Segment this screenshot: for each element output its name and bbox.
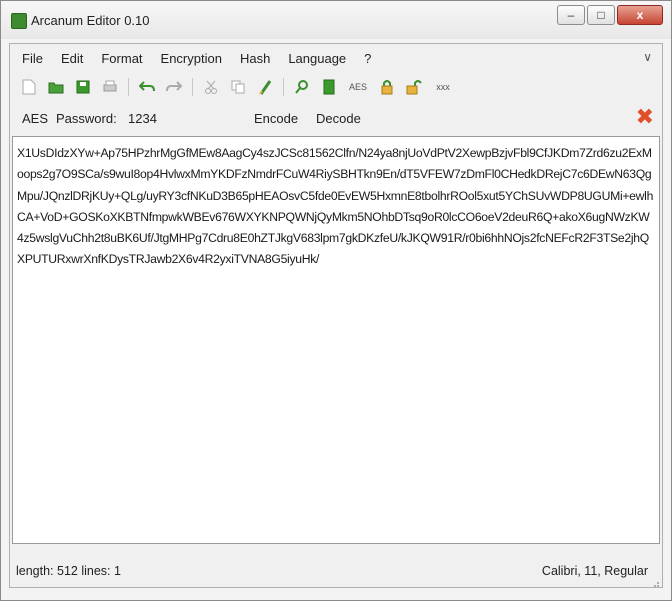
menu-bar: File Edit Format Encryption Hash Languag… (10, 44, 662, 72)
status-bar: length: 512 lines: 1 Calibri, 11, Regula… (10, 547, 662, 587)
algorithm-label: AES (22, 111, 49, 126)
print-icon[interactable] (101, 78, 119, 96)
menu-hash[interactable]: Hash (231, 51, 279, 66)
menu-file[interactable]: File (10, 51, 52, 66)
window-controls: – □ x (557, 5, 663, 27)
window-title: Arcanum Editor 0.10 (31, 13, 150, 28)
status-length-lines: length: 512 lines: 1 (16, 564, 121, 578)
resize-grip-icon[interactable] (652, 577, 660, 587)
encode-button[interactable]: Encode (254, 111, 298, 126)
status-font: Calibri, 11, Regular (541, 564, 648, 578)
toolbar-separator (283, 78, 284, 96)
document-icon[interactable] (320, 78, 338, 96)
toolbar-separator (128, 78, 129, 96)
editor-frame: File Edit Format Encryption Hash Languag… (9, 43, 663, 588)
menu-edit[interactable]: Edit (52, 51, 92, 66)
chevron-down-icon[interactable]: ∨ (643, 50, 652, 64)
lock-icon[interactable] (378, 78, 396, 96)
save-icon[interactable] (74, 78, 92, 96)
menu-language[interactable]: Language (279, 51, 355, 66)
cut-icon[interactable] (202, 78, 220, 96)
app-window: Arcanum Editor 0.10 – □ x File Edit Form… (0, 0, 672, 601)
minimize-button[interactable]: – (557, 5, 585, 25)
toolbar: AES xxx (10, 72, 662, 102)
decode-button[interactable]: Decode (316, 111, 361, 126)
close-window-button[interactable]: x (617, 5, 663, 25)
new-file-icon[interactable] (20, 78, 38, 96)
title-bar[interactable]: Arcanum Editor 0.10 – □ x (1, 1, 671, 39)
find-icon[interactable] (293, 78, 311, 96)
menu-help[interactable]: ? (355, 51, 380, 66)
app-icon (11, 13, 27, 29)
maximize-button[interactable]: □ (587, 5, 615, 25)
menu-format[interactable]: Format (92, 51, 151, 66)
redo-icon[interactable] (165, 78, 183, 96)
undo-icon[interactable] (138, 78, 156, 96)
unlock-icon[interactable] (405, 78, 423, 96)
aes-button[interactable]: AES (347, 78, 369, 96)
copy-icon[interactable] (229, 78, 247, 96)
password-field[interactable]: 1234 (128, 111, 157, 126)
toolbar-separator (192, 78, 193, 96)
menu-encryption[interactable]: Encryption (152, 51, 231, 66)
text-editor[interactable]: X1UsDIdzXYw+Ap75HPzhrMgGfMEw8AagCy4szJCS… (12, 136, 660, 544)
password-label: Password: (56, 111, 117, 126)
crypto-bar: AES Password: 1234 Encode Decode ✖ (10, 102, 662, 134)
close-icon[interactable]: ✖ (636, 106, 654, 128)
editor-content[interactable]: X1UsDIdzXYw+Ap75HPzhrMgGfMEw8AagCy4szJCS… (17, 143, 655, 271)
open-folder-icon[interactable] (47, 78, 65, 96)
extra-tool-button[interactable]: xxx (432, 78, 454, 96)
paste-icon[interactable] (256, 78, 274, 96)
